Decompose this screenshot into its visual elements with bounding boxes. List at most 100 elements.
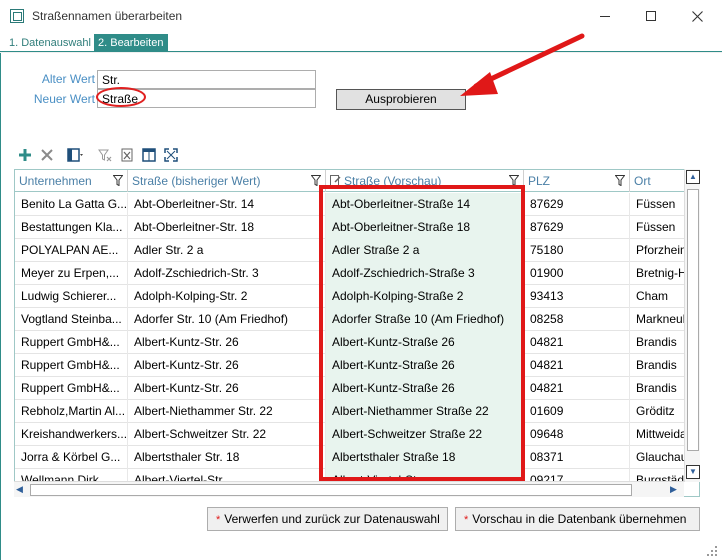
clear-filter-button[interactable] <box>96 146 114 164</box>
table-cell[interactable]: Abt-Oberleitner-Straße 18 <box>326 216 524 239</box>
table-cell[interactable]: Abt-Oberleitner-Straße 14 <box>326 193 524 216</box>
table-cell[interactable]: Albert-Kuntz-Straße 26 <box>326 377 524 400</box>
table-cell[interactable]: 04821 <box>524 377 630 400</box>
try-button[interactable]: Ausprobieren <box>336 89 466 110</box>
table-cell[interactable]: Adolf-Zschiedrich-Straße 3 <box>326 262 524 285</box>
table-row[interactable]: Kreishandwerkers... Albert-Schweitzer Str… <box>15 423 685 446</box>
table-cell[interactable]: Albert-Kuntz-Straße 26 <box>326 331 524 354</box>
scroll-left-button[interactable]: ◀ <box>16 484 23 495</box>
table-cell[interactable]: 09648 <box>524 423 630 446</box>
column-header-ort[interactable]: Ort <box>630 170 685 192</box>
vertical-scroll-thumb[interactable] <box>687 189 699 451</box>
table-cell[interactable]: Jorra & Körbel G... <box>15 446 128 469</box>
table-cell[interactable]: Pforzheim <box>630 239 685 262</box>
table-cell[interactable]: Albert-Kuntz-Str. 26 <box>128 377 326 400</box>
table-cell[interactable]: Brandis <box>630 377 685 400</box>
table-cell[interactable]: Bestattungen Kla... <box>15 216 128 239</box>
discard-button[interactable]: * Verwerfen und zurück zur Datenauswahl <box>207 507 448 531</box>
table-row[interactable]: Benito La Gatta G... Abt-Oberleitner-Str.… <box>15 193 685 216</box>
table-cell[interactable]: Adolph-Kolping-Straße 2 <box>326 285 524 308</box>
table-cell[interactable]: 08258 <box>524 308 630 331</box>
table-cell[interactable]: 08371 <box>524 446 630 469</box>
table-row[interactable]: Vogtland Steinba... Adorfer Str. 10 (Am F… <box>15 308 685 331</box>
new-value-input[interactable] <box>97 89 316 108</box>
table-row[interactable]: Bestattungen Kla... Abt-Oberleitner-Str. … <box>15 216 685 239</box>
table-cell[interactable]: 04821 <box>524 354 630 377</box>
resize-grip-icon[interactable] <box>706 545 718 557</box>
column-header-strasse-vorschau[interactable]: Straße (Vorschau) <box>326 170 524 192</box>
table-cell[interactable]: Albertsthaler Str. 18 <box>128 446 326 469</box>
filter-icon[interactable] <box>615 175 625 186</box>
table-cell[interactable]: 87629 <box>524 216 630 239</box>
table-cell[interactable]: 87629 <box>524 193 630 216</box>
table-cell[interactable]: Albert-Viertel-Str... <box>128 469 326 481</box>
table-row[interactable]: Jorra & Körbel G... Albertsthaler Str. 18… <box>15 446 685 469</box>
table-cell[interactable]: Albert-Schweitzer Str. 22 <box>128 423 326 446</box>
table-cell[interactable]: Albert-Kuntz-Str. 26 <box>128 331 326 354</box>
delete-row-button[interactable] <box>38 146 56 164</box>
tab-datenauswahl[interactable]: 1. Datenauswahl <box>5 34 95 52</box>
layout-button[interactable] <box>140 146 158 164</box>
table-cell[interactable]: Glauchau <box>630 446 685 469</box>
table-cell[interactable]: 04821 <box>524 331 630 354</box>
table-cell[interactable]: 09217 <box>524 469 630 481</box>
table-cell[interactable]: Brandis <box>630 331 685 354</box>
table-cell[interactable]: Albert-Kuntz-Straße 26 <box>326 354 524 377</box>
filter-icon[interactable] <box>509 175 519 186</box>
apply-button[interactable]: * Vorschau in die Datenbank übernehmen <box>455 507 700 531</box>
table-cell[interactable]: 01609 <box>524 400 630 423</box>
scroll-right-button[interactable]: ▶ <box>670 484 677 495</box>
table-cell[interactable]: Albert-Schweitzer Straße 22 <box>326 423 524 446</box>
table-cell[interactable]: Albert-Niethammer Straße 22 <box>326 400 524 423</box>
table-row[interactable]: POLYALPAN AE... Adler Str. 2 a Adler Straß… <box>15 239 685 262</box>
table-cell[interactable]: 93413 <box>524 285 630 308</box>
filter-icon[interactable] <box>311 175 321 186</box>
table-cell[interactable]: Wellmann Dirk... <box>15 469 128 481</box>
table-cell[interactable]: 01900 <box>524 262 630 285</box>
table-row[interactable]: Ruppert GmbH&... Albert-Kuntz-Str. 26 Albe… <box>15 331 685 354</box>
vertical-scrollbar[interactable]: ▲ ▼ <box>684 169 700 482</box>
table-cell[interactable]: Gröditz <box>630 400 685 423</box>
columns-button[interactable] <box>66 146 84 164</box>
old-value-input[interactable] <box>97 70 316 89</box>
table-cell[interactable]: 75180 <box>524 239 630 262</box>
table-cell[interactable]: Rebholz,Martin Al... <box>15 400 128 423</box>
column-header-plz[interactable]: PLZ <box>524 170 630 192</box>
horizontal-scroll-thumb[interactable] <box>30 484 632 496</box>
table-cell[interactable]: Füssen <box>630 216 685 239</box>
table-cell[interactable]: Cham <box>630 285 685 308</box>
close-button[interactable] <box>674 0 720 32</box>
table-cell[interactable]: Albert-Viertel-Str... <box>326 469 524 481</box>
table-row[interactable]: Rebholz,Martin Al... Albert-Niethammer St… <box>15 400 685 423</box>
table-cell[interactable]: Albert-Kuntz-Str. 26 <box>128 354 326 377</box>
table-cell[interactable]: Brandis <box>630 354 685 377</box>
add-row-button[interactable] <box>16 146 34 164</box>
table-cell[interactable]: Ruppert GmbH&... <box>15 377 128 400</box>
maximize-button[interactable] <box>628 0 674 32</box>
table-cell[interactable]: Ruppert GmbH&... <box>15 331 128 354</box>
table-cell[interactable]: Albertsthaler Straße 18 <box>326 446 524 469</box>
horizontal-scrollbar[interactable]: ◀ ▶ <box>14 481 684 497</box>
table-cell[interactable]: Adler Straße 2 a <box>326 239 524 262</box>
table-cell[interactable]: Markneuk <box>630 308 685 331</box>
table-cell[interactable]: POLYALPAN AE... <box>15 239 128 262</box>
minimize-button[interactable] <box>582 0 628 32</box>
table-cell[interactable]: Adolf-Zschiedrich-Str. 3 <box>128 262 326 285</box>
table-cell[interactable]: Abt-Oberleitner-Str. 14 <box>128 193 326 216</box>
table-cell[interactable]: Adorfer Straße 10 (Am Friedhof) <box>326 308 524 331</box>
column-header-strasse-bisher[interactable]: Straße (bisheriger Wert) <box>128 170 326 192</box>
tab-bearbeiten[interactable]: 2. Bearbeiten <box>94 34 168 52</box>
table-cell[interactable]: Adler Str. 2 a <box>128 239 326 262</box>
table-cell[interactable]: Ludwig Schierer... <box>15 285 128 308</box>
table-cell[interactable]: Ruppert GmbH&... <box>15 354 128 377</box>
table-row[interactable]: Ruppert GmbH&... Albert-Kuntz-Str. 26 Albe… <box>15 354 685 377</box>
table-cell[interactable]: Bretnig-H <box>630 262 685 285</box>
table-cell[interactable]: Adolph-Kolping-Str. 2 <box>128 285 326 308</box>
fit-columns-button[interactable] <box>162 146 180 164</box>
table-row[interactable]: Ruppert GmbH&... Albert-Kuntz-Str. 26 Albe… <box>15 377 685 400</box>
table-cell[interactable]: Mittweida <box>630 423 685 446</box>
table-cell[interactable]: Kreishandwerkers... <box>15 423 128 446</box>
table-row[interactable]: Ludwig Schierer... Adolph-Kolping-Str. 2A… <box>15 285 685 308</box>
table-cell[interactable]: Burgstädt <box>630 469 685 481</box>
table-cell[interactable]: Albert-Niethammer Str. 22 <box>128 400 326 423</box>
